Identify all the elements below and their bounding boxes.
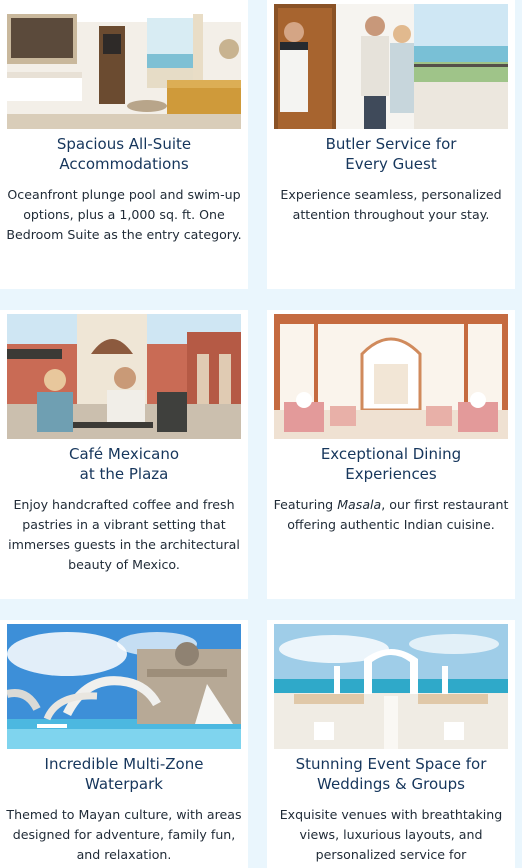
butler-photo — [274, 4, 508, 129]
card-description-text: Featuring — [273, 497, 338, 512]
waterpark-photo-graphic — [7, 624, 241, 749]
card-title-line: Exceptional Dining — [320, 445, 462, 463]
card-title-line: Weddings & Groups — [317, 775, 465, 793]
card-description: Oceanfront plunge pool and swim-up optio… — [6, 187, 242, 242]
wedding-venue-photo — [274, 624, 508, 749]
card-title: Butler Service for Every Guest — [267, 134, 515, 174]
dining-photo-graphic — [274, 314, 508, 439]
cafe-photo — [7, 314, 241, 439]
waterpark-photo — [7, 624, 241, 749]
card-title-line: Every Guest — [345, 155, 437, 173]
card-title-line: Café Mexicano — [68, 445, 180, 463]
card-title-line: Butler Service for — [325, 135, 457, 153]
feature-card: Stunning Event Space for Weddings & Grou… — [267, 620, 515, 868]
card-title-line: at the Plaza — [79, 465, 169, 483]
card-title: Café Mexicano at the Plaza — [0, 444, 248, 484]
suite-photo-graphic — [7, 4, 241, 129]
butler-photo-graphic — [274, 4, 508, 129]
cafe-photo-graphic — [7, 314, 241, 439]
feature-card: Café Mexicano at the Plaza Enjoy handcra… — [0, 310, 248, 599]
suite-photo — [7, 4, 241, 129]
card-title-line: Stunning Event Space for — [295, 755, 487, 773]
feature-card: Incredible Multi-Zone Waterpark Themed t… — [0, 620, 248, 868]
card-title-line: Accommodations — [59, 155, 189, 173]
restaurant-name: Masala — [337, 497, 382, 512]
card-title-line: Experiences — [345, 465, 437, 483]
card-description: Themed to Mayan culture, with areas desi… — [6, 807, 242, 862]
feature-card: Butler Service for Every Guest Experienc… — [267, 0, 515, 289]
feature-card: Exceptional Dining Experiences Featuring… — [267, 310, 515, 599]
card-title: Stunning Event Space for Weddings & Grou… — [267, 754, 515, 794]
card-title: Exceptional Dining Experiences — [267, 444, 515, 484]
card-title-line: Spacious All-Suite — [56, 135, 192, 153]
card-description: Experience seamless, personalized attent… — [280, 187, 502, 222]
dining-photo — [274, 314, 508, 439]
card-title-line: Incredible Multi-Zone — [44, 755, 204, 773]
feature-card: Spacious All-Suite Accommodations Oceanf… — [0, 0, 248, 289]
card-title: Spacious All-Suite Accommodations — [0, 134, 248, 174]
card-description: Exquisite venues with breathtaking views… — [279, 807, 503, 862]
card-description: Enjoy handcrafted coffee and fresh pastr… — [8, 497, 240, 572]
card-title: Incredible Multi-Zone Waterpark — [0, 754, 248, 794]
wedding-venue-photo-graphic — [274, 624, 508, 749]
card-title-line: Waterpark — [85, 775, 163, 793]
card-description: Featuring Masala, our first restaurant o… — [271, 495, 511, 535]
